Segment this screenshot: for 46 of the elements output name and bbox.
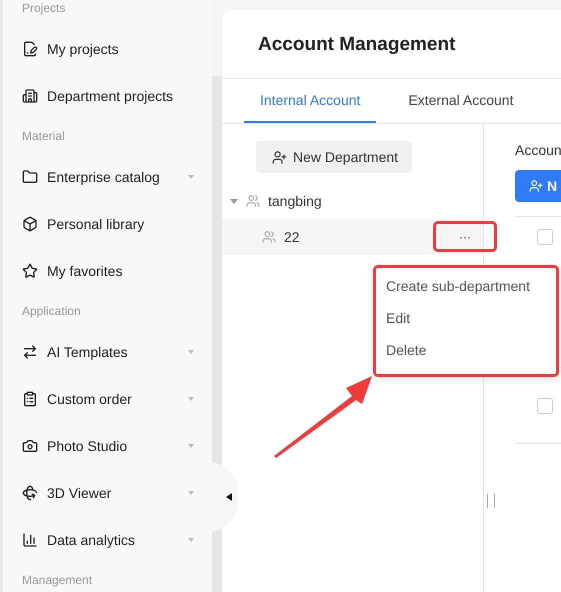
menu-item-icon xyxy=(22,88,38,104)
section-title: Application xyxy=(22,303,82,320)
new-account-button[interactable]: N xyxy=(515,170,561,202)
sidebar-item[interactable]: Data analytics xyxy=(22,516,212,563)
menu-item[interactable]: Create sub-department xyxy=(376,270,556,302)
resize-grip[interactable] xyxy=(487,494,495,508)
sidebar-item[interactable]: 3D Viewer xyxy=(22,469,212,516)
sidebar-item[interactable]: My projects xyxy=(22,25,212,72)
menu-item-icon xyxy=(22,484,38,500)
node-label: tangbing xyxy=(268,193,322,209)
section-title: Management xyxy=(22,572,94,589)
group-icon xyxy=(246,194,260,208)
section-title: Material xyxy=(22,128,66,145)
menu-item-icon xyxy=(22,216,38,232)
sidebar-item[interactable]: Custom order xyxy=(22,375,212,422)
sidebar-item[interactable]: Photo Studio xyxy=(22,422,212,469)
checkbox[interactable] xyxy=(537,229,553,245)
menu-item-icon xyxy=(22,40,38,56)
menu-item-icon xyxy=(22,168,38,184)
menu-item-icon xyxy=(22,390,38,406)
sidebar-item[interactable]: Department projects xyxy=(22,72,212,119)
sidebar-item[interactable]: My favorites xyxy=(22,247,212,294)
menu-item-icon xyxy=(22,262,38,278)
tree-node[interactable]: tangbing xyxy=(222,183,483,219)
group-icon xyxy=(262,230,276,244)
more-button[interactable]: ··· xyxy=(433,221,497,252)
sidebar-item[interactable]: AI Templates xyxy=(22,328,212,375)
sidebar-item[interactable]: Enterprise catalog xyxy=(22,153,212,200)
user-plus-icon xyxy=(272,150,287,164)
sidebar-item[interactable]: Personal library xyxy=(22,200,212,247)
menu-item-icon xyxy=(22,532,38,548)
collapse-icon xyxy=(226,493,232,501)
menu-item[interactable]: Delete xyxy=(376,334,556,366)
section-title: Projects xyxy=(22,0,66,17)
menu-item-icon xyxy=(22,344,38,360)
menu-item-icon xyxy=(22,438,38,454)
page-title: Account Management xyxy=(257,33,456,57)
tab[interactable]: Internal Account xyxy=(244,79,376,123)
node-label: 22 xyxy=(284,229,300,245)
caret-icon[interactable] xyxy=(230,198,238,204)
tab[interactable]: External Account xyxy=(392,79,530,123)
checkbox[interactable] xyxy=(537,398,553,414)
user-plus-icon xyxy=(529,179,543,193)
menu-item[interactable]: Edit xyxy=(376,302,556,334)
new-department-button[interactable]: New Department xyxy=(256,141,412,173)
section-title: Accoun xyxy=(515,142,561,158)
